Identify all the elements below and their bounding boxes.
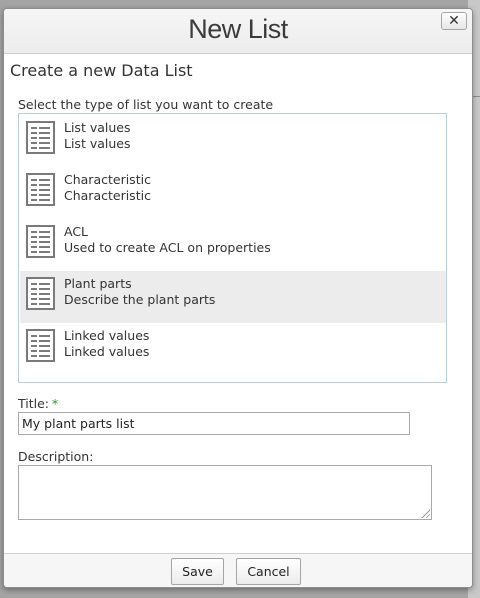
list-type-item-acl[interactable]: ACL Used to create ACL on properties [20, 219, 446, 271]
section-heading: Create a new Data List [10, 61, 193, 80]
list-type-name: Plant parts [64, 276, 132, 291]
close-icon: ✕ [448, 13, 460, 29]
save-button[interactable]: Save [171, 558, 224, 585]
list-type-name: Linked values [64, 328, 150, 343]
dialog-footer: Save Cancel [4, 553, 472, 587]
list-icon [26, 225, 55, 258]
title-input[interactable] [18, 412, 410, 435]
new-list-dialog: New List ✕ Create a new Data List Select… [3, 8, 473, 588]
list-type-item-list-values[interactable]: List values List values [20, 115, 446, 167]
description-textarea[interactable] [18, 465, 432, 520]
list-type-name: Characteristic [64, 172, 151, 187]
title-label-text: Title: [18, 396, 49, 411]
close-button[interactable]: ✕ [441, 12, 467, 30]
list-type-description: Describe the plant parts [64, 292, 216, 307]
required-marker: * [52, 396, 59, 411]
cancel-button[interactable]: Cancel [236, 558, 301, 585]
list-icon [26, 121, 55, 154]
list-type-name: List values [64, 120, 131, 135]
list-type-item-linked-values[interactable]: Linked values Linked values [20, 323, 446, 375]
list-type-name: ACL [64, 224, 89, 239]
dialog-header: New List ✕ [4, 9, 472, 54]
list-type-selector: List values List values Characteristic C… [18, 113, 447, 383]
list-icon [26, 329, 55, 362]
list-type-description: List values [64, 136, 131, 151]
list-icon [26, 173, 55, 206]
list-type-description: Characteristic [64, 188, 151, 203]
description-label: Description: [18, 449, 94, 464]
dialog-title: New List [188, 14, 288, 44]
list-type-description: Used to create ACL on properties [64, 240, 271, 255]
list-icon [26, 277, 55, 310]
type-prompt: Select the type of list you want to crea… [18, 97, 274, 112]
list-type-description: Linked values [64, 344, 150, 359]
list-type-item-characteristic[interactable]: Characteristic Characteristic [20, 167, 446, 219]
list-type-item-plant-parts[interactable]: Plant parts Describe the plant parts [20, 271, 446, 323]
title-label: Title: * [18, 396, 58, 411]
